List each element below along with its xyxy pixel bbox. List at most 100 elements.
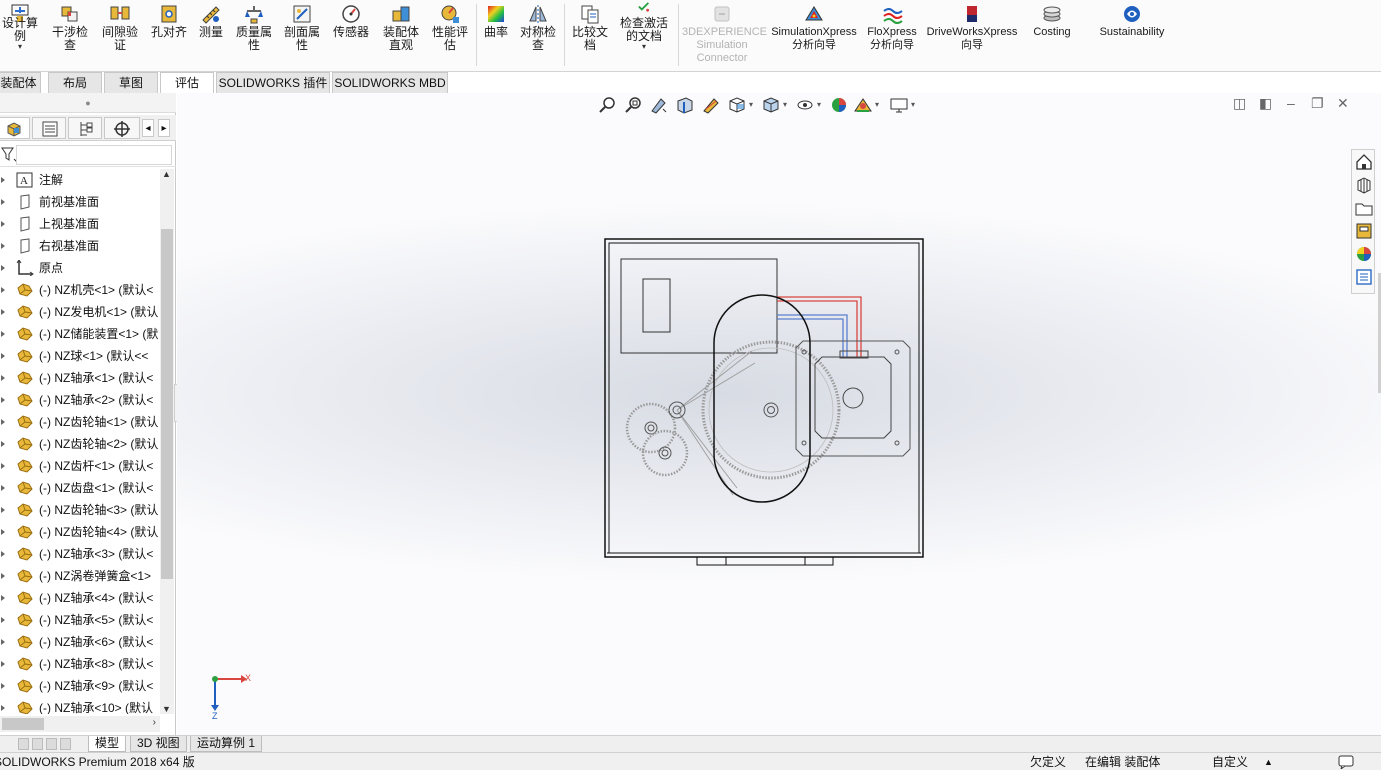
hole-alignment-button[interactable]: 孔对齐 xyxy=(148,0,190,70)
tree-hscroll-thumb[interactable] xyxy=(2,718,44,730)
chevron-down-icon[interactable]: ▾ xyxy=(0,43,40,51)
tree-item[interactable]: (-) NZ发电机<1> (默认 xyxy=(0,301,160,323)
curvature-button[interactable]: 曲率 xyxy=(480,0,512,70)
expand-arrow-icon[interactable] xyxy=(1,243,5,249)
small-gear-2[interactable] xyxy=(641,429,689,477)
tab-feature-manager[interactable] xyxy=(0,117,30,139)
expand-arrow-icon[interactable] xyxy=(1,375,5,381)
housing-outline[interactable] xyxy=(604,238,924,558)
expand-arrow-icon[interactable] xyxy=(1,199,5,205)
expand-arrow-icon[interactable] xyxy=(1,683,5,689)
filter-input[interactable] xyxy=(16,145,172,165)
tree-item[interactable]: (-) NZ轴承<8> (默认< xyxy=(0,653,160,675)
driveworksxpress-button[interactable]: DriveWorksXpress 向导 xyxy=(924,0,1020,70)
tab-layout[interactable]: 布局 xyxy=(48,72,102,93)
performance-evaluation-button[interactable]: 性能评估 xyxy=(428,0,472,70)
tree-item[interactable]: (-) NZ涡卷弹簧盒<1> xyxy=(0,565,160,587)
panel-grip-handle[interactable]: ● xyxy=(0,93,176,113)
tab-assembly[interactable]: 装配体 xyxy=(0,72,41,93)
sustainability-button[interactable]: Sustainability xyxy=(1090,0,1174,70)
tree-item[interactable]: (-) NZ轴承<10> (默认 xyxy=(0,697,160,714)
expand-arrow-icon[interactable] xyxy=(1,441,5,447)
tree-item[interactable]: (-) NZ轴承<1> (默认< xyxy=(0,367,160,389)
expand-arrow-icon[interactable] xyxy=(1,529,5,535)
expand-arrow-icon[interactable] xyxy=(1,287,5,293)
tree-vertical-scrollbar[interactable]: ▲ ▼ xyxy=(160,169,174,714)
next-tab-nav-button[interactable] xyxy=(46,738,57,750)
expand-arrow-icon[interactable] xyxy=(1,331,5,337)
design-study-button[interactable]: 设计算例 ▾ xyxy=(0,0,40,70)
tree-item[interactable]: (-) NZ轴承<2> (默认< xyxy=(0,389,160,411)
panel-tabs-left-arrow[interactable]: ◂ xyxy=(142,119,154,137)
tree-item[interactable]: (-) NZ储能装置<1> (默 xyxy=(0,323,160,345)
tree-item[interactable]: (-) NZ齿轮轴<3> (默认 xyxy=(0,499,160,521)
wire-red[interactable] xyxy=(777,296,862,357)
tree-item[interactable]: (-) NZ齿杆<1> (默认< xyxy=(0,455,160,477)
housing-base[interactable] xyxy=(696,556,834,566)
tree-item[interactable]: (-) NZ齿轮轴<1> (默认 xyxy=(0,411,160,433)
tree-horizontal-scrollbar[interactable]: › xyxy=(0,716,160,732)
scroll-down-icon[interactable]: ▼ xyxy=(162,704,171,714)
tree-item[interactable]: 上视基准面 xyxy=(0,213,160,235)
check-active-document-button[interactable]: 检查激活的文档 ▾ xyxy=(616,0,672,70)
prev-tab-nav-button[interactable] xyxy=(32,738,43,750)
floxpress-button[interactable]: FloXpress 分析向导 xyxy=(864,0,920,70)
tree-item[interactable]: (-) NZ轴承<3> (默认< xyxy=(0,543,160,565)
tab-3d-view[interactable]: 3D 视图 xyxy=(130,736,187,752)
tab-sketch[interactable]: 草图 xyxy=(104,72,158,93)
expand-arrow-icon[interactable] xyxy=(1,397,5,403)
generator-box[interactable] xyxy=(620,258,778,354)
expand-arrow-icon[interactable] xyxy=(1,485,5,491)
tree-item[interactable]: (-) NZ齿盘<1> (默认< xyxy=(0,477,160,499)
expand-arrow-icon[interactable] xyxy=(1,463,5,469)
expand-arrow-icon[interactable] xyxy=(1,353,5,359)
wire-blue[interactable] xyxy=(777,314,848,357)
expand-arrow-icon[interactable] xyxy=(1,595,5,601)
expand-arrow-icon[interactable] xyxy=(1,177,5,183)
expand-arrow-icon[interactable] xyxy=(1,705,5,711)
costing-button[interactable]: Costing xyxy=(1024,0,1080,70)
expand-arrow-icon[interactable] xyxy=(1,617,5,623)
status-message-icon[interactable] xyxy=(1338,755,1354,769)
tab-solidworks-addins[interactable]: SOLIDWORKS 插件 xyxy=(216,72,330,93)
expand-arrow-icon[interactable] xyxy=(1,309,5,315)
tree-item[interactable]: (-) NZ轴承<4> (默认< xyxy=(0,587,160,609)
scroll-up-icon[interactable]: ▲ xyxy=(162,169,171,179)
tree-item[interactable]: 原点 xyxy=(0,257,160,279)
assemblyxpert-button[interactable]: 装配体直观 xyxy=(378,0,424,70)
scroll-right-icon[interactable]: › xyxy=(153,717,156,728)
spiral-gear-disc[interactable] xyxy=(701,340,841,480)
tree-item[interactable]: (-) NZ轴承<6> (默认< xyxy=(0,631,160,653)
tree-item[interactable]: (-) NZ机壳<1> (默认< xyxy=(0,279,160,301)
clearance-verification-button[interactable]: 间隙验证 xyxy=(98,0,142,70)
tree-item[interactable]: (-) NZ轴承<5> (默认< xyxy=(0,609,160,631)
expand-arrow-icon[interactable] xyxy=(1,573,5,579)
tab-motion-study[interactable]: 运动算例 1 xyxy=(190,736,263,752)
tree-item[interactable]: A 注解 xyxy=(0,169,160,191)
expand-arrow-icon[interactable] xyxy=(1,419,5,425)
expand-arrow-icon[interactable] xyxy=(1,507,5,513)
expand-arrow-icon[interactable] xyxy=(1,265,5,271)
tree-item[interactable]: (-) NZ轴承<9> (默认< xyxy=(0,675,160,697)
graphics-viewport[interactable]: ▾ ▾ ▾ ▾ ▾ ◫ ◧ – ❐ ✕ X Z xyxy=(177,93,1381,735)
tree-item[interactable]: (-) NZ齿轮轴<4> (默认 xyxy=(0,521,160,543)
expand-arrow-icon[interactable] xyxy=(1,551,5,557)
first-tab-nav-button[interactable] xyxy=(18,738,29,750)
status-units[interactable]: 自定义 xyxy=(1212,753,1248,770)
chevron-down-icon[interactable]: ▾ xyxy=(616,43,672,51)
tab-evaluate[interactable]: 评估 xyxy=(160,72,214,93)
measure-button[interactable]: 测量 xyxy=(194,0,228,70)
interference-check-button[interactable]: 干涉检查 xyxy=(48,0,92,70)
last-tab-nav-button[interactable] xyxy=(60,738,71,750)
small-gear-1[interactable] xyxy=(625,402,677,454)
tab-solidworks-mbd[interactable]: SOLIDWORKS MBD xyxy=(332,72,448,93)
expand-arrow-icon[interactable] xyxy=(1,221,5,227)
units-chevron-up-icon[interactable]: ▲ xyxy=(1264,753,1273,770)
tab-dimxpert-manager[interactable] xyxy=(104,117,140,139)
tab-configuration-manager[interactable] xyxy=(68,117,102,139)
tree-item[interactable]: 右视基准面 xyxy=(0,235,160,257)
sensor-button[interactable]: 传感器 xyxy=(328,0,374,70)
tree-item[interactable]: 前视基准面 xyxy=(0,191,160,213)
tree-item[interactable]: (-) NZ球<1> (默认<< xyxy=(0,345,160,367)
section-properties-button[interactable]: 剖面属性 xyxy=(280,0,324,70)
